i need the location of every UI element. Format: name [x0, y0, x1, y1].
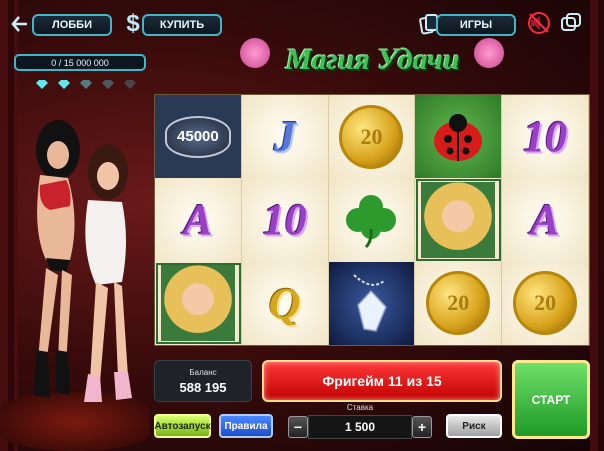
reel-cell: A: [155, 178, 242, 262]
dancers-illustration: [10, 110, 150, 420]
lobby-label: ЛОББИ: [52, 19, 92, 31]
progress-text: 0 / 15 000 000: [51, 57, 109, 68]
freegame-text: Фригейм 11 из 15: [322, 373, 442, 389]
right-curtain: [590, 0, 604, 451]
clover-icon: [346, 194, 397, 249]
coin-symbol: 20: [426, 271, 491, 336]
reels-grid: 45000 J 20 10 A 10 A Q 20 20: [154, 94, 590, 346]
diamonds-45000-symbol: 45000: [164, 115, 231, 158]
risk-label: Риск: [462, 420, 486, 432]
rules-button[interactable]: Правила: [219, 414, 273, 438]
lobby-button[interactable]: ЛОББИ: [32, 14, 112, 36]
reel-cell: [415, 95, 503, 179]
reel-cell: [328, 261, 416, 345]
autoplay-label: Автозапуск: [154, 420, 211, 432]
rules-label: Правила: [224, 420, 268, 432]
minus-icon: −: [293, 419, 303, 435]
coin-symbol: 20: [513, 271, 578, 336]
blonde-girl-symbol: [160, 265, 235, 342]
coin-value: 20: [360, 123, 383, 149]
a-symbol: A: [183, 195, 213, 245]
ladybug-icon: [434, 113, 483, 161]
plus-icon: +: [417, 419, 427, 435]
j-symbol: J: [273, 112, 296, 162]
bet-decrease-button[interactable]: −: [288, 416, 308, 438]
progress-bar: 0 / 15 000 000: [14, 54, 146, 71]
diamond-icon: [102, 80, 114, 89]
reel-cell: [415, 178, 503, 262]
bet-value-display: 1 500: [308, 415, 412, 439]
q-symbol: Q: [268, 278, 301, 328]
start-label: СТАРТ: [531, 392, 571, 407]
buy-label: КУПИТЬ: [159, 19, 205, 31]
reel-cell: 20: [502, 261, 589, 345]
risk-button[interactable]: Риск: [446, 414, 502, 438]
bet-label: Ставка: [346, 403, 374, 412]
ten-symbol: 10: [523, 112, 568, 162]
balance-label: Баланс: [189, 368, 217, 377]
reel-cell: 10: [502, 95, 589, 179]
bet-increase-button[interactable]: +: [412, 416, 432, 438]
coin-symbol: 20: [339, 104, 404, 169]
reel-cell: A: [502, 178, 589, 262]
diamond-icon: [36, 80, 48, 89]
blonde-girl-symbol: [421, 181, 496, 258]
crystal-pendant-icon: [353, 274, 388, 333]
game-title: Магия Удачи: [285, 43, 460, 76]
buy-button[interactable]: КУПИТЬ: [142, 14, 222, 36]
start-button[interactable]: СТАРТ: [512, 360, 590, 439]
diamond-icon: [124, 80, 136, 89]
autoplay-button[interactable]: Автозапуск: [154, 414, 211, 438]
fullscreen-icon[interactable]: [558, 10, 584, 36]
sound-muted-icon[interactable]: [526, 10, 552, 36]
reel-cell: [328, 178, 416, 262]
coin-value: 20: [534, 290, 557, 316]
reel-cell: 10: [241, 178, 329, 262]
coin-value: 20: [447, 290, 470, 316]
balance-panel: Баланс 588 195: [154, 360, 252, 402]
reel-cell: [155, 261, 242, 345]
back-arrow-icon[interactable]: [10, 12, 30, 36]
reel-cell: Q: [241, 261, 329, 345]
bet-control: Ставка − 1 500 +: [286, 402, 434, 440]
badge-value: 45000: [177, 128, 219, 146]
balance-value: 588 195: [179, 380, 227, 395]
bet-value: 1 500: [344, 420, 376, 434]
a-symbol: A: [530, 195, 560, 245]
dollar-icon[interactable]: $: [124, 10, 142, 38]
freegame-status-banner: Фригейм 11 из 15: [262, 360, 502, 402]
games-button[interactable]: ИГРЫ: [436, 14, 516, 36]
reel-cell: J: [241, 95, 329, 179]
diamond-icon: [58, 80, 70, 89]
games-label: ИГРЫ: [459, 19, 493, 31]
reel-cell: 45000: [155, 95, 242, 179]
diamond-icon: [80, 80, 92, 89]
ten-symbol: 10: [262, 195, 307, 245]
reel-cell: 20: [328, 95, 416, 179]
reel-cell: 20: [415, 261, 503, 345]
